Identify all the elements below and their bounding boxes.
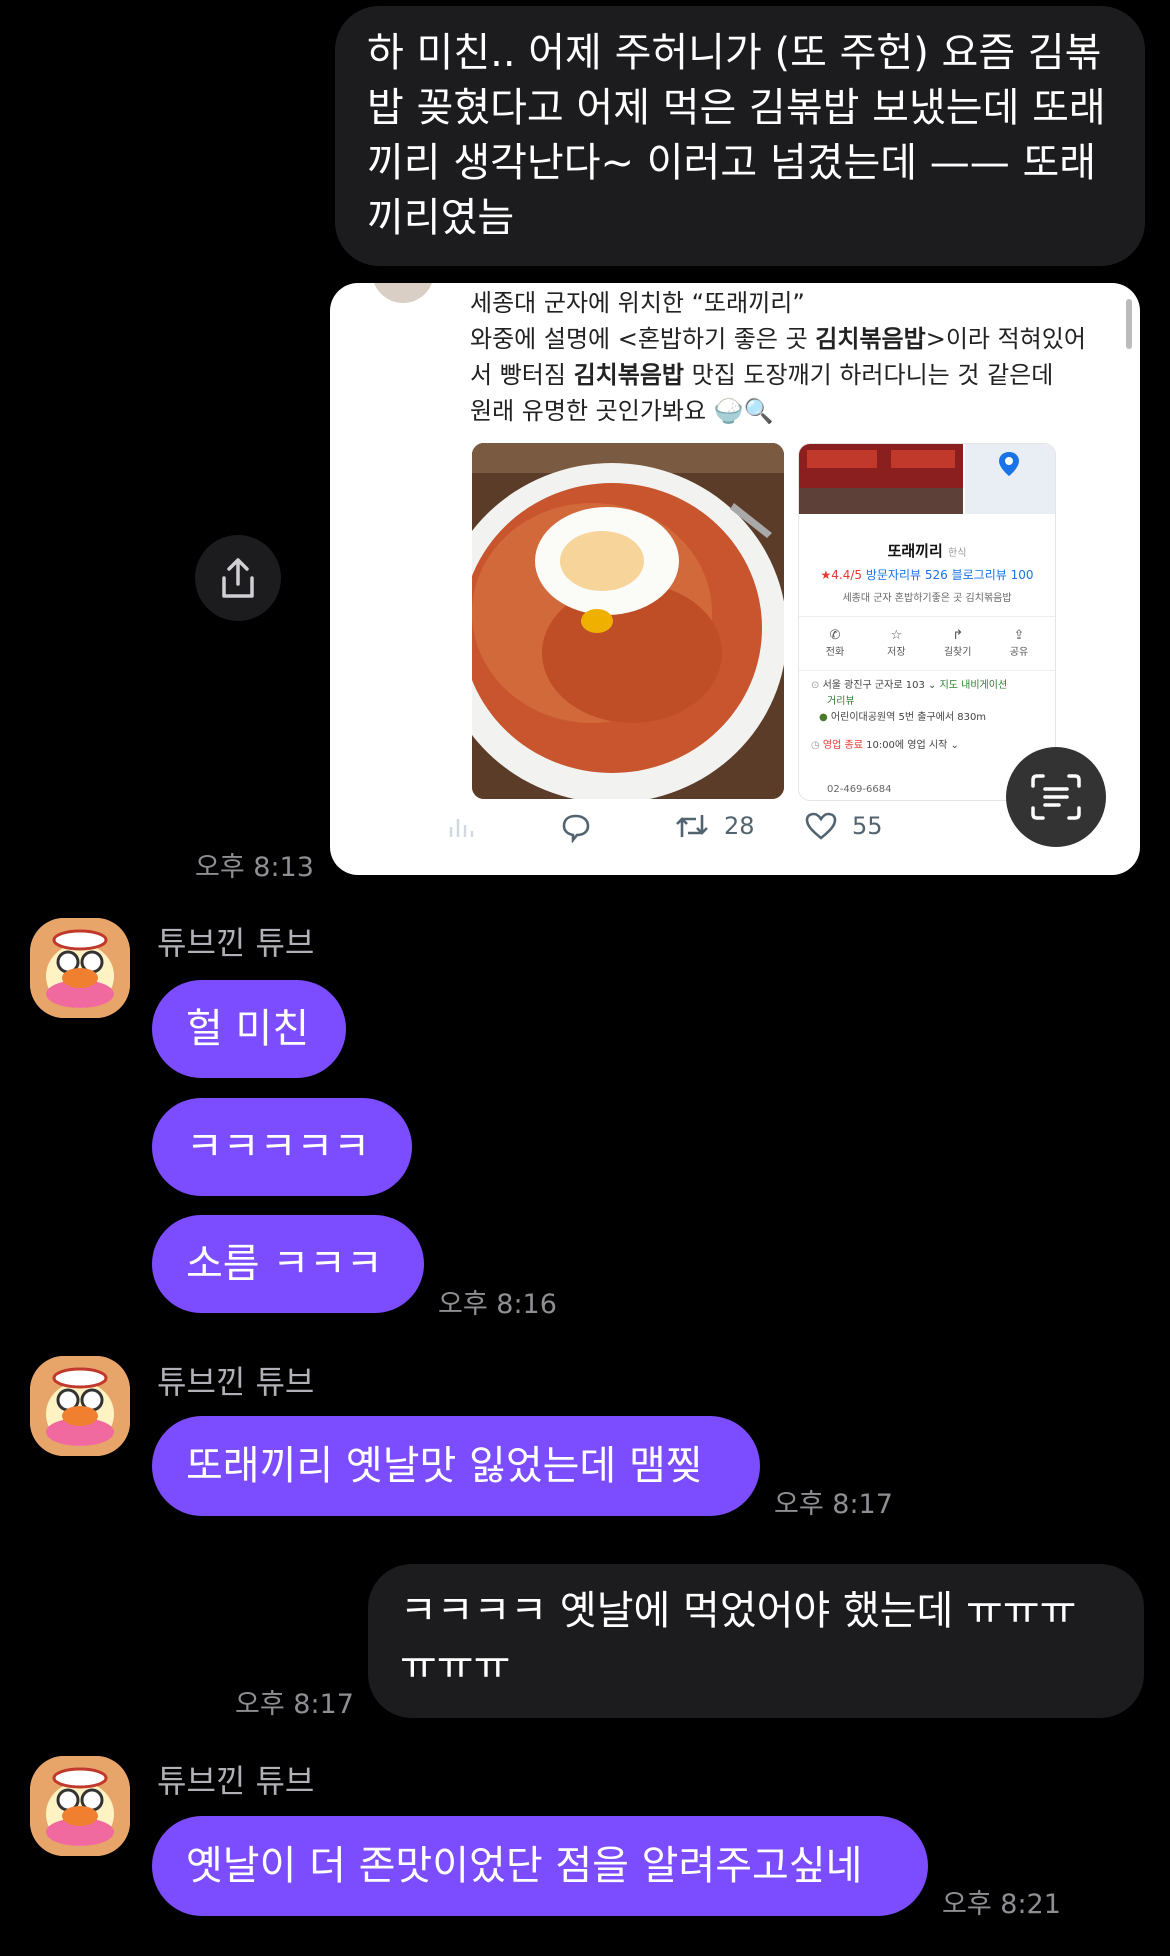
map-link[interactable]: 지도 (940, 680, 958, 691)
like-button[interactable]: 55 (804, 811, 883, 841)
location-pin-icon (999, 452, 1019, 476)
rice-bowl-icon: 🍚 (713, 397, 744, 425)
sender-name: 튜브낀 튜브 (157, 924, 315, 962)
share-icon (222, 558, 254, 598)
place-rating: ★4.4/5 (820, 568, 863, 582)
sender-name: 튜브낀 튜브 (157, 1363, 315, 1401)
message-text: 또래끼리 옛날맛 잃었는데 맴찢 (186, 1442, 703, 1489)
my-message-bubble[interactable]: 하 미친.. 어제 주허니가 (또 주헌) 요즘 김볶밥 꽂혔다고 어제 먹은 … (335, 6, 1145, 266)
message-text: 옛날이 더 존맛이었단 점을 알려주고싶네 (186, 1842, 863, 1889)
place-info-card: 또래끼리 한식 ★4.4/5 방문자리뷰 526 블로그리뷰 100 세종대 군… (798, 443, 1056, 801)
my-message-bubble[interactable]: ㅋㅋㅋㅋ 옛날에 먹었어야 했는데 ㅠㅠㅠ ㅠㅠㅠ (368, 1564, 1144, 1718)
street-view-link[interactable]: 거리뷰 (827, 696, 855, 707)
tweet-line: 와중에 설명에 <혼밥하기 좋은 곳 김치볶음밥>이라 적혀있어 (470, 325, 1086, 353)
tweet-line: 원래 유명한 곳인가봐요 🍚🔍 (470, 397, 774, 425)
map-thumbnail (965, 444, 1055, 514)
call-action[interactable]: ✆ 전화 (807, 628, 863, 658)
duck-character-icon (30, 1756, 130, 1856)
like-count: 55 (852, 812, 883, 840)
their-message-bubble[interactable]: 소름 ㅋㅋㅋ (152, 1215, 424, 1313)
tweet-avatar (372, 283, 434, 303)
map-pin-icon: ⊙ (811, 680, 820, 691)
message-text: 헐 미친 (186, 1005, 310, 1052)
visitor-reviews-link[interactable]: 방문자리뷰 526 (866, 568, 948, 582)
reply-icon (562, 814, 590, 843)
message-timestamp: 오후 8:13 (195, 852, 314, 883)
retweet-count: 28 (724, 812, 755, 840)
clock-icon: ◷ (811, 740, 820, 751)
hours-open: 10:00에 영업 시작 (866, 740, 948, 751)
heart-icon (805, 812, 837, 840)
place-name: 또래끼리 (887, 542, 943, 560)
message-timestamp: 오후 8:16 (438, 1289, 557, 1320)
duck-character-icon (30, 1356, 130, 1456)
message-text: ㅋㅋㅋㅋㅋ (186, 1123, 370, 1170)
phone-icon: ✆ (829, 628, 841, 643)
tweet-screenshot-image[interactable]: 세종대 군자에 위치한 “또래끼리” 와중에 설명에 <혼밥하기 좋은 곳 김치… (330, 283, 1140, 875)
retweet-button[interactable]: 28 (674, 811, 755, 841)
message-timestamp: 오후 8:17 (774, 1489, 893, 1520)
blog-reviews-link[interactable]: 블로그리뷰 100 (952, 568, 1034, 582)
retweet-icon (676, 815, 708, 837)
live-text-icon (1031, 774, 1081, 820)
save-action[interactable]: ☆ 저장 (868, 628, 924, 658)
share-action[interactable]: ⇪ 공유 (991, 628, 1047, 658)
message-timestamp: 오후 8:17 (235, 1689, 354, 1720)
directions-action[interactable]: ↱ 길찾기 (930, 628, 986, 658)
their-message-bubble[interactable]: ㅋㅋㅋㅋㅋ (152, 1098, 412, 1196)
live-text-button[interactable] (1006, 747, 1106, 847)
their-message-bubble[interactable]: 헐 미친 (152, 980, 346, 1078)
sender-avatar[interactable] (30, 1356, 130, 1456)
reply-button[interactable] (560, 813, 592, 843)
analytics-button[interactable] (448, 815, 474, 839)
share-icon: ⇪ (1013, 628, 1025, 643)
navigation-link[interactable]: 내비게이션 (961, 680, 1007, 691)
share-button[interactable] (195, 535, 281, 621)
directions-icon: ↱ (952, 628, 964, 643)
place-category: 한식 (948, 548, 967, 559)
restaurant-storefront-photo (799, 444, 963, 514)
message-text: 하 미친.. 어제 주허니가 (또 주헌) 요즘 김볶밥 꽂혔다고 어제 먹은 … (367, 30, 1106, 241)
sender-avatar[interactable] (30, 1756, 130, 1856)
sender-avatar[interactable] (30, 918, 130, 1018)
message-text: ㅋㅋㅋㅋ 옛날에 먹었어야 했는데 ㅠㅠㅠ ㅠㅠㅠ (400, 1588, 1077, 1689)
subway-icon: ● (819, 712, 828, 723)
tweet-line: 서 빵터짐 김치볶음밥 맛집 도장깨기 하러다니는 것 같은데 (470, 361, 1054, 389)
place-description: 세종대 군자 혼밥하기좋은 곳 김치볶음밥 (842, 593, 1012, 604)
magnifier-icon: 🔍 (743, 397, 774, 425)
place-address: 서울 광진구 군자로 103 (822, 680, 925, 691)
star-icon: ☆ (890, 628, 903, 643)
their-message-bubble[interactable]: 또래끼리 옛날맛 잃었는데 맴찢 (152, 1416, 760, 1516)
fried-rice-photo (472, 443, 784, 799)
duck-character-icon (30, 918, 130, 1018)
hours-status: 영업 종료 (822, 740, 863, 751)
message-text: 소름 ㅋㅋㅋ (186, 1240, 383, 1287)
nearest-station: 어린이대공원역 5번 출구에서 830m (830, 712, 987, 723)
sender-name: 튜브낀 튜브 (157, 1762, 315, 1800)
tweet-line: 세종대 군자에 위치한 “또래끼리” (470, 289, 805, 317)
analytics-icon (449, 819, 474, 837)
their-message-bubble[interactable]: 옛날이 더 존맛이었단 점을 알려주고싶네 (152, 1816, 928, 1916)
place-phone: 02-469-6684 (827, 784, 892, 795)
message-timestamp: 오후 8:21 (942, 1889, 1061, 1920)
